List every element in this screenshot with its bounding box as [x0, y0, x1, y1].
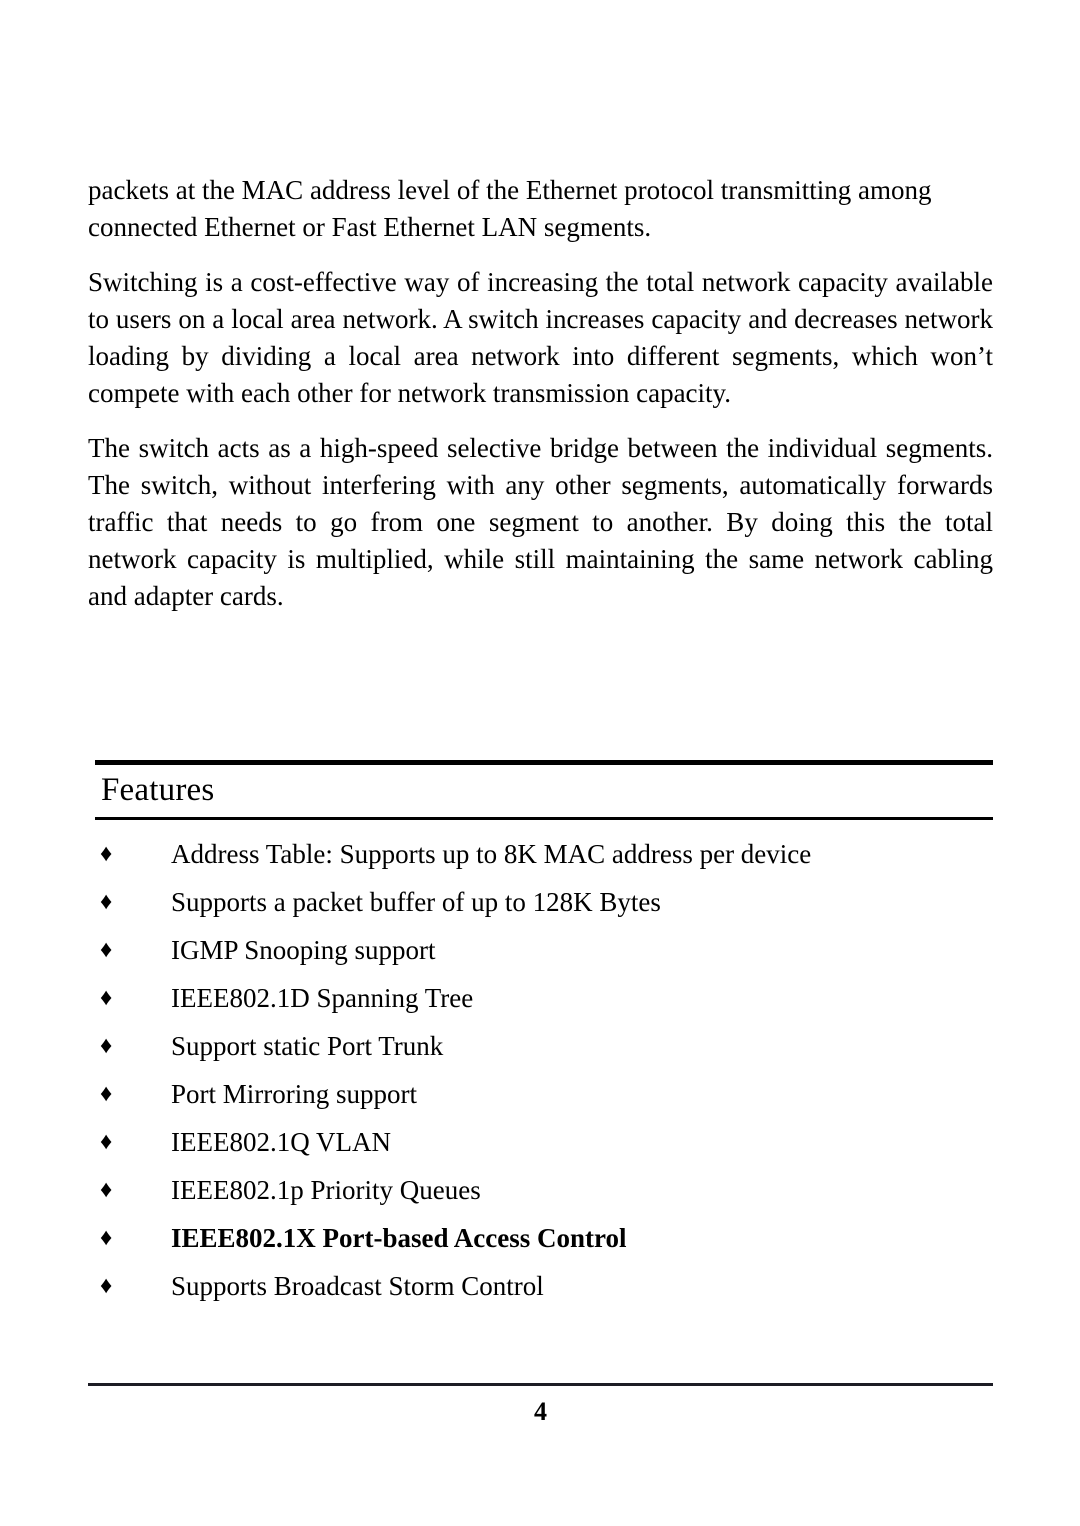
document-page: packets at the MAC address level of the …	[0, 0, 1080, 1526]
page-number: 4	[534, 1397, 547, 1426]
diamond-bullet-icon: ♦	[100, 1129, 113, 1155]
diamond-bullet-icon: ♦	[100, 937, 113, 963]
page-footer: 4	[88, 1383, 993, 1432]
list-item-label: IEEE802.1Q VLAN	[171, 1127, 391, 1157]
diamond-bullet-icon: ♦	[100, 841, 113, 867]
list-item: ♦ Support static Port Trunk	[95, 1022, 993, 1070]
diamond-bullet-icon: ♦	[100, 1033, 113, 1059]
list-item-label: IGMP Snooping support	[171, 935, 436, 965]
paragraph-1: packets at the MAC address level of the …	[88, 175, 932, 242]
diamond-bullet-icon: ♦	[100, 985, 113, 1011]
list-item: ♦ IEEE802.1p Priority Queues	[95, 1166, 993, 1214]
list-item-label: Support static Port Trunk	[171, 1031, 444, 1061]
features-section-header: Features	[95, 760, 993, 820]
diamond-bullet-icon: ♦	[100, 889, 113, 915]
list-item-label: IEEE802.1X Port-based Access Control	[171, 1223, 627, 1253]
list-item: ♦ Supports a packet buffer of up to 128K…	[95, 878, 993, 926]
list-item-label: Supports Broadcast Storm Control	[171, 1271, 544, 1301]
list-item-label: IEEE802.1D Spanning Tree	[171, 983, 474, 1013]
list-item-label: IEEE802.1p Priority Queues	[171, 1175, 481, 1205]
list-item: ♦ Port Mirroring support	[95, 1070, 993, 1118]
list-item: ♦ IEEE802.1X Port-based Access Control	[95, 1214, 993, 1262]
list-item: ♦ IEEE802.1D Spanning Tree	[95, 974, 993, 1022]
paragraph-3: The switch acts as a high-speed selectiv…	[88, 433, 993, 611]
list-item-label: Supports a packet buffer of up to 128K B…	[171, 887, 661, 917]
diamond-bullet-icon: ♦	[100, 1273, 113, 1299]
diamond-bullet-icon: ♦	[100, 1225, 113, 1251]
list-item: ♦ IGMP Snooping support	[95, 926, 993, 974]
list-item: ♦ IEEE802.1Q VLAN	[95, 1118, 993, 1166]
list-item: ♦ Supports Broadcast Storm Control	[95, 1262, 993, 1310]
paragraph-2: Switching is a cost-effective way of inc…	[88, 267, 993, 408]
section-heading: Features	[101, 772, 215, 808]
features-list: ♦ Address Table: Supports up to 8K MAC a…	[95, 830, 993, 1310]
list-item-label: Port Mirroring support	[171, 1079, 417, 1109]
section-rule-bottom	[95, 817, 993, 820]
body-text-column: packets at the MAC address level of the …	[88, 172, 993, 615]
list-item-label: Address Table: Supports up to 8K MAC add…	[171, 839, 812, 869]
list-item: ♦ Address Table: Supports up to 8K MAC a…	[95, 830, 993, 878]
diamond-bullet-icon: ♦	[100, 1081, 113, 1107]
diamond-bullet-icon: ♦	[100, 1177, 113, 1203]
